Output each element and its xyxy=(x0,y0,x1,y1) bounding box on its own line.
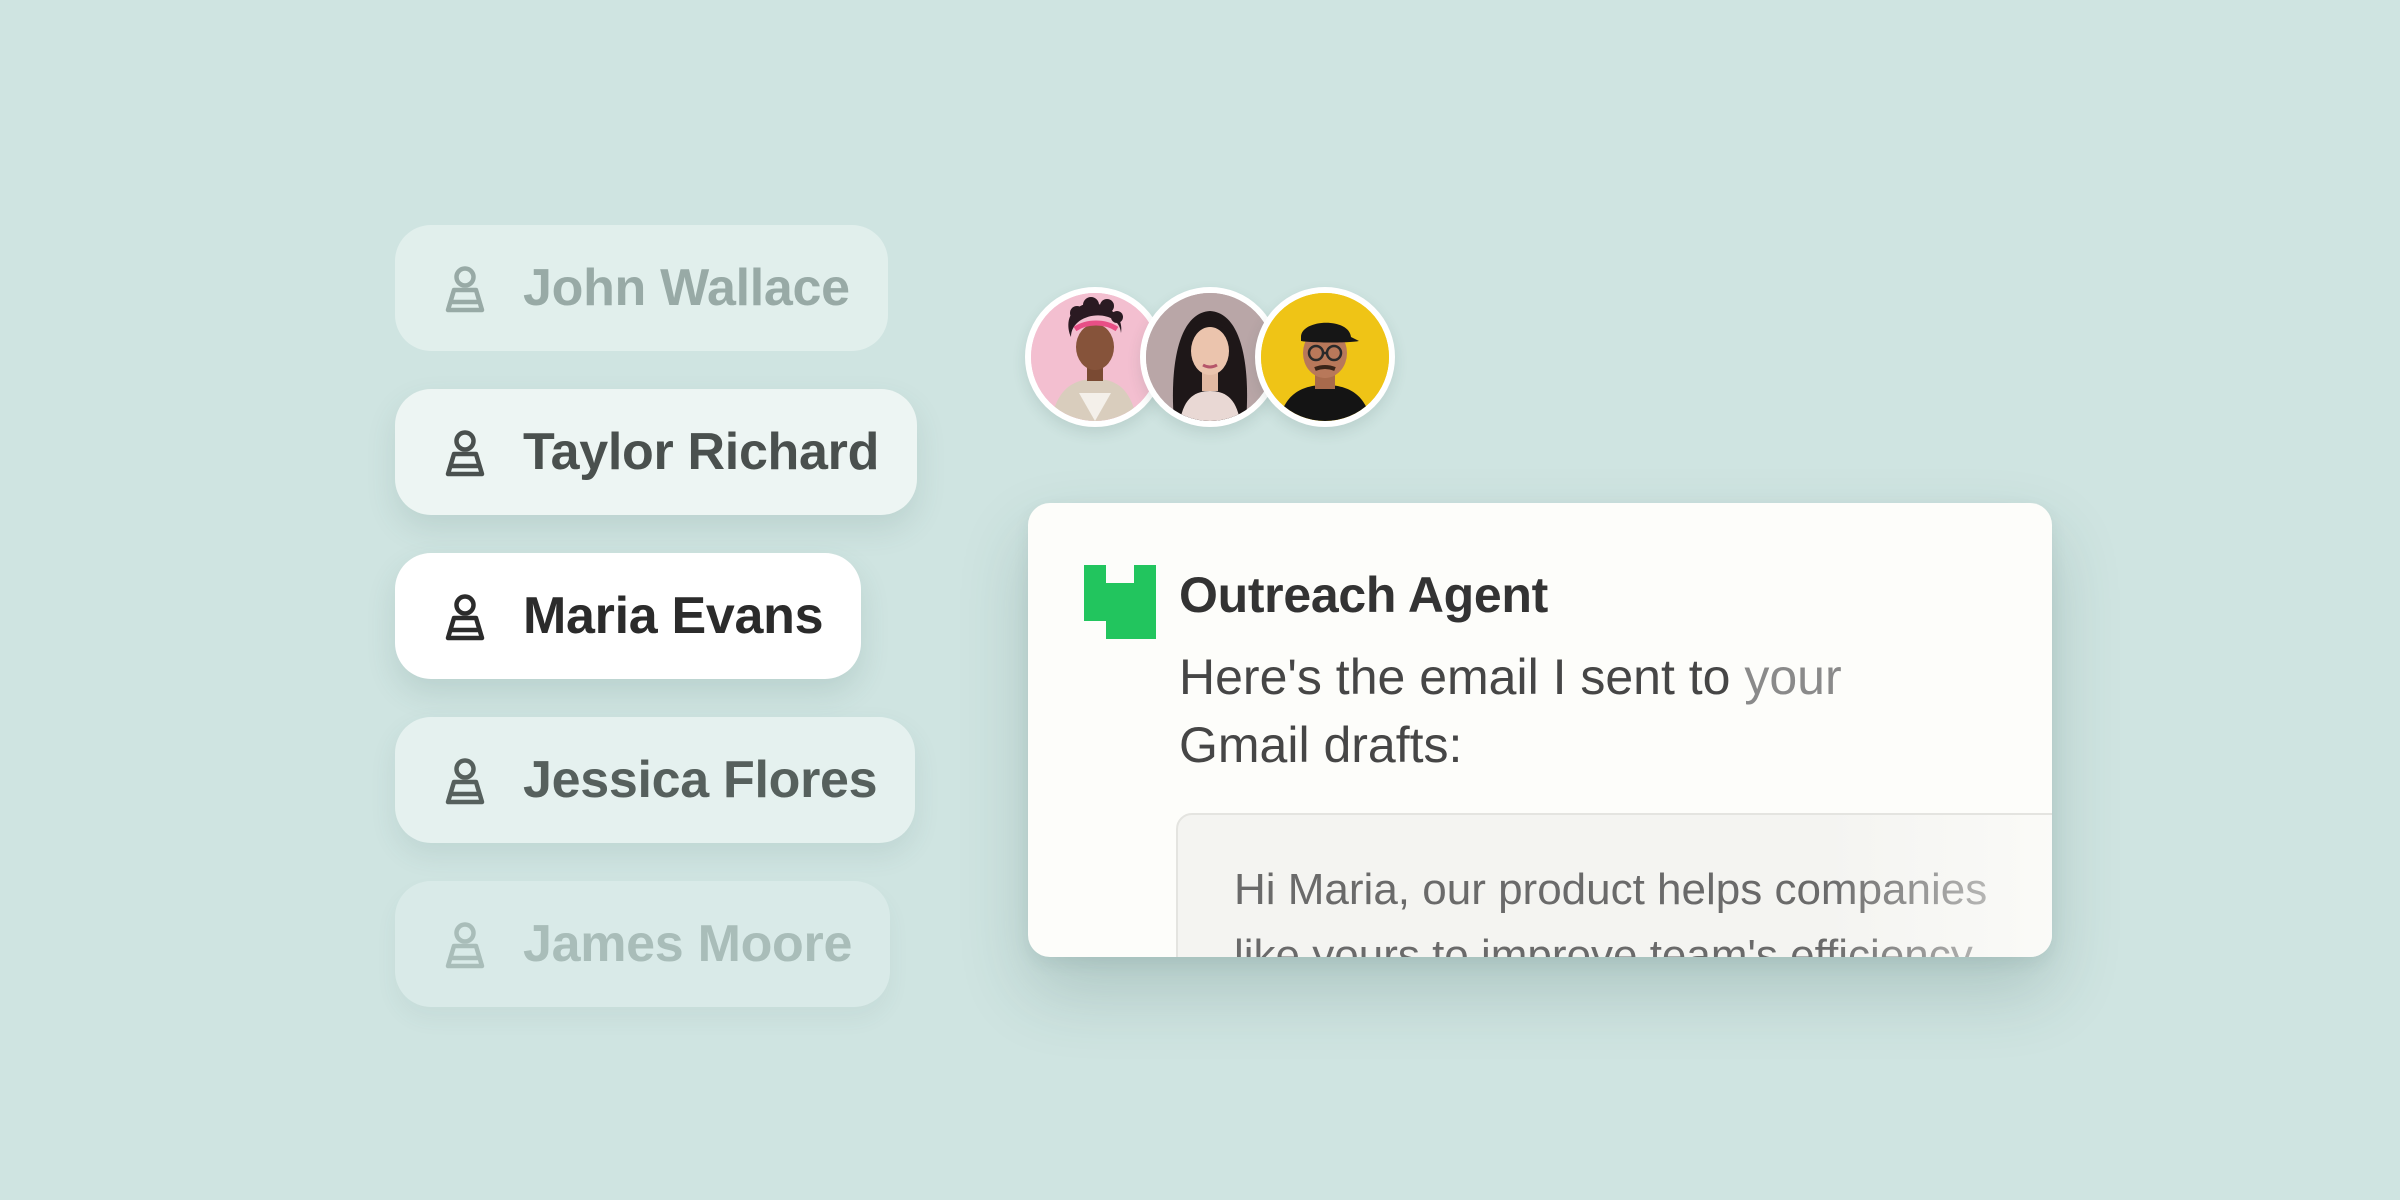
person-icon xyxy=(437,424,493,480)
contact-item-jessica-flores[interactable]: Jessica Flores xyxy=(395,717,916,843)
outreach-agent-logo-icon xyxy=(1084,565,1156,639)
contact-item-maria-evans[interactable]: Maria Evans xyxy=(395,553,862,679)
person-icon xyxy=(437,260,493,316)
message-text-line2: Gmail drafts: xyxy=(1179,717,1463,773)
agent-message-card: Outreach Agent Here's the email I sent t… xyxy=(1028,503,2052,957)
contact-name: Maria Evans xyxy=(523,587,824,645)
contact-name: Taylor Richard xyxy=(523,423,880,481)
contact-name: Jessica Flores xyxy=(523,751,878,809)
contact-item-james-moore[interactable]: James Moore xyxy=(395,881,891,1007)
message-text-faded: your xyxy=(1744,649,1842,705)
email-draft-preview[interactable]: Hi Maria, our product helps companies li… xyxy=(1176,813,2052,957)
message-text: Here's the email I sent to xyxy=(1179,649,1745,705)
draft-line: like yours to improve team's efficiency xyxy=(1234,931,1973,957)
contact-item-taylor-richard[interactable]: Taylor Richard xyxy=(395,389,918,515)
person-icon xyxy=(437,752,493,808)
avatar-man-yellow-background xyxy=(1255,287,1395,427)
agent-name: Outreach Agent xyxy=(1179,567,1548,623)
agent-message: Here's the email I sent to your Gmail dr… xyxy=(1179,643,1939,779)
draft-line: Hi Maria, our product helps companies xyxy=(1234,865,1988,914)
contact-item-john-wallace[interactable]: John Wallace xyxy=(395,225,888,351)
person-icon xyxy=(437,916,493,972)
person-icon xyxy=(437,588,493,644)
contact-name: John Wallace xyxy=(523,259,850,317)
contact-name: James Moore xyxy=(523,915,853,973)
